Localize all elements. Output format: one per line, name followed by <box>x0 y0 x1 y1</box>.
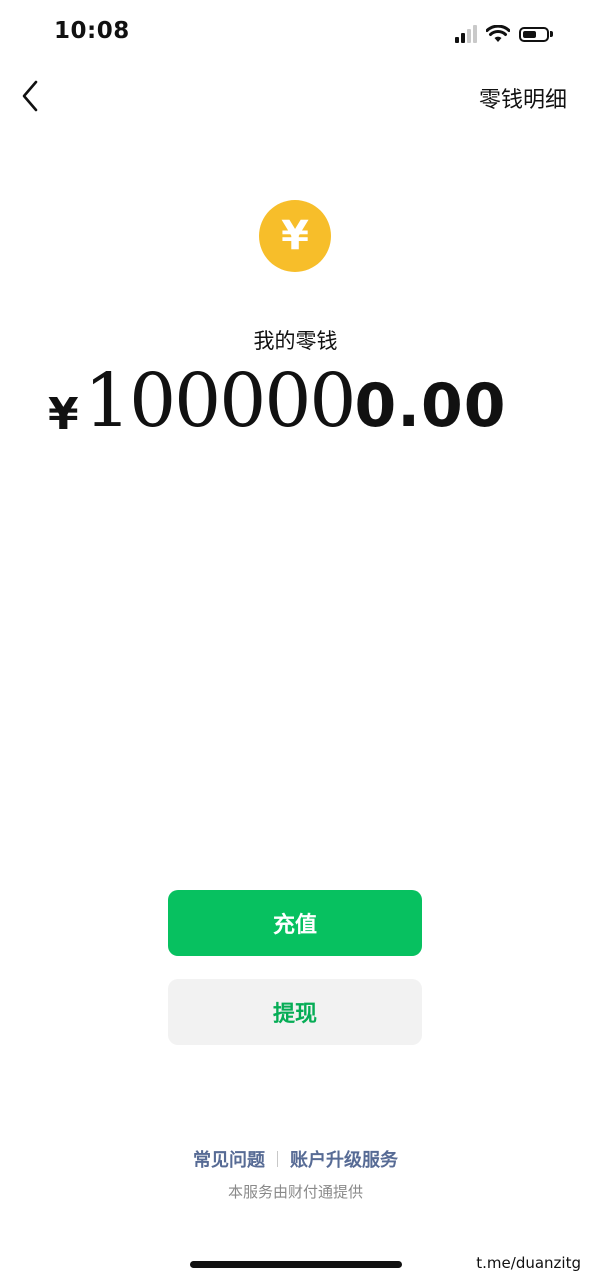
status-time: 10:08 <box>54 18 130 44</box>
battery-icon <box>519 26 553 42</box>
service-provider-note: 本服务由财付通提供 <box>227 1183 363 1201</box>
change-details-link[interactable]: 零钱明细 <box>479 82 567 114</box>
faq-link[interactable]: 常见问题 <box>193 1146 265 1172</box>
account-upgrade-link[interactable]: 账户升级服务 <box>290 1146 398 1172</box>
status-icons <box>455 22 553 46</box>
chevron-left-icon[interactable] <box>16 78 48 114</box>
balance-currency: ¥ <box>48 389 79 440</box>
wifi-icon <box>486 25 510 42</box>
balance-amount: 1000000.00 <box>84 358 507 444</box>
wallet-page: 10:08 零钱明细 ¥ 我的零钱 ¥ 1000000.00 充值 提现 常见问… <box>0 0 591 1280</box>
balance-handwritten-digits: 100000 <box>84 358 356 444</box>
recharge-button[interactable]: 充值 <box>168 890 422 956</box>
watermark: t.me/duanzitg <box>474 1254 583 1272</box>
footer-divider <box>277 1151 278 1167</box>
home-indicator[interactable] <box>190 1261 402 1268</box>
signal-icon <box>455 25 477 43</box>
yuan-coin-icon: ¥ <box>259 200 331 272</box>
footer-links: 常见问题 账户升级服务 <box>0 1146 591 1172</box>
coin-glyph: ¥ <box>281 213 309 259</box>
balance-printed-digits: 0.00 <box>354 371 507 441</box>
withdraw-button[interactable]: 提现 <box>168 979 422 1045</box>
wallet-label: 我的零钱 <box>253 329 338 353</box>
